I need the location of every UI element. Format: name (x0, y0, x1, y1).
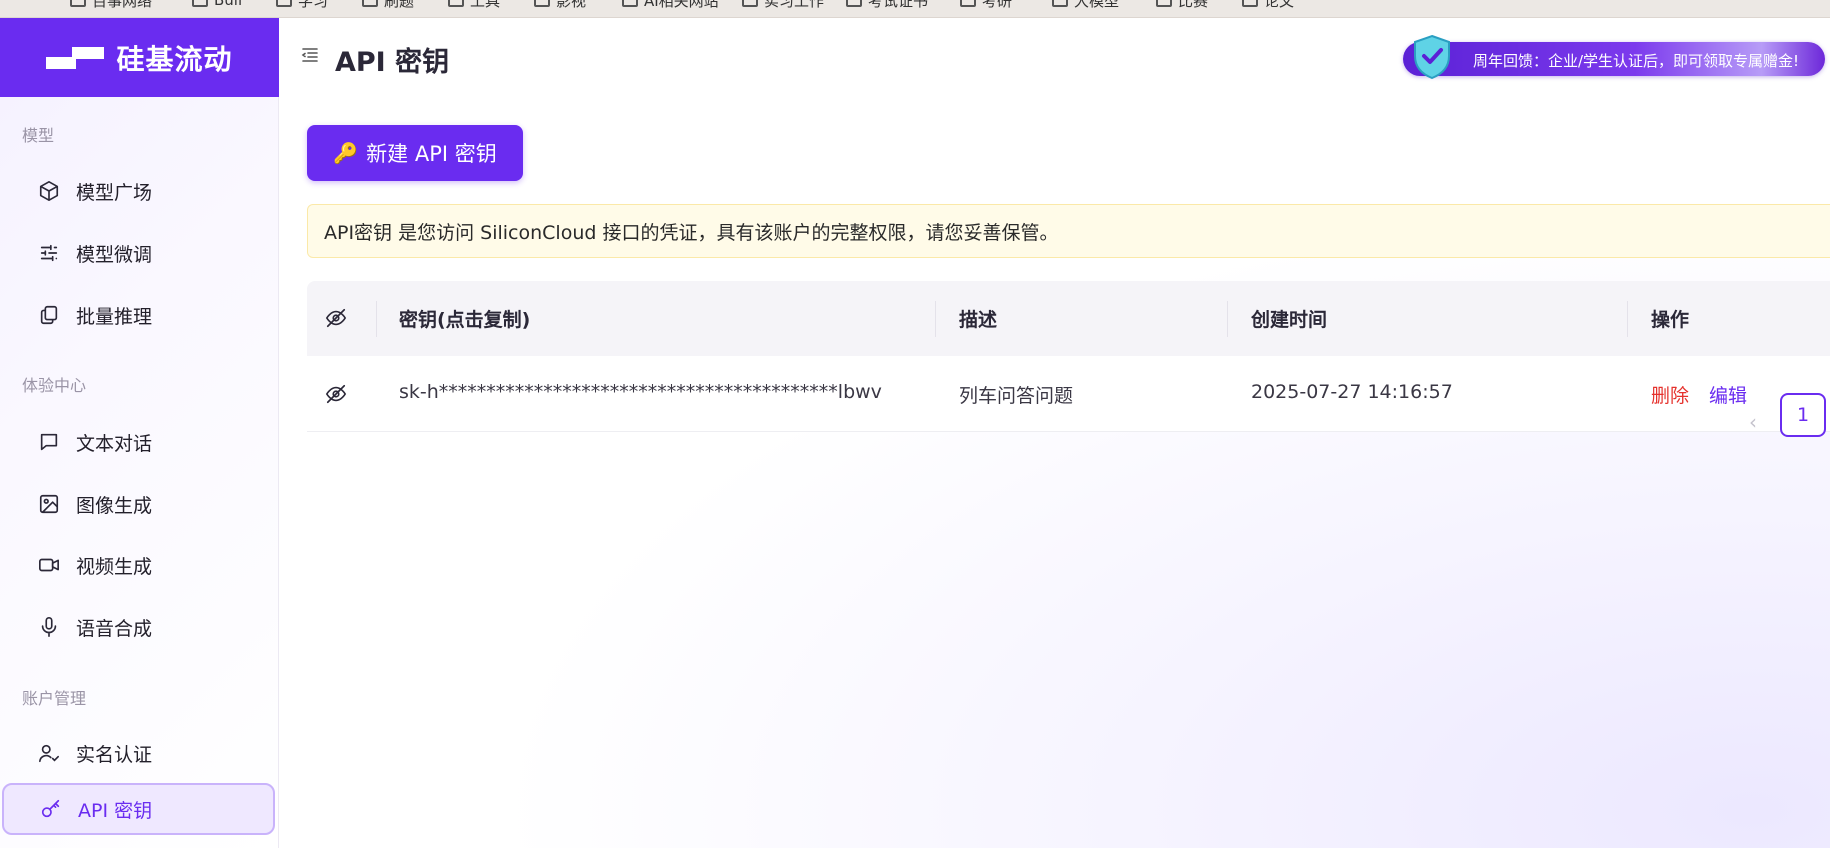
column-header-created-at: 创建时间 (1251, 309, 1328, 331)
sidebar-item-label: 模型微调 (76, 243, 153, 266)
main-content: 🔑 新建 API 密钥 API密钥 是您访问 SiliconCloud 接口的凭… (279, 98, 1830, 848)
pagination-prev-button[interactable]: ‹ (1739, 408, 1767, 436)
delete-key-link[interactable]: 删除 (1651, 381, 1689, 408)
bookmark-item[interactable]: 刷题 (362, 0, 414, 10)
folder-icon (276, 0, 292, 7)
key-icon: 🔑 (333, 141, 359, 165)
key-description: 列车问答问题 (959, 385, 1074, 407)
column-header-actions: 操作 (1651, 309, 1690, 331)
section-label-models: 模型 (22, 126, 55, 145)
key-icon (41, 799, 60, 818)
key-created-at: 2025-07-27 14:16:57 (1251, 381, 1453, 403)
security-notice: API密钥 是您访问 SiliconCloud 接口的凭证，具有该账户的完整权限… (307, 204, 1830, 258)
sidebar-item-label: API 密钥 (78, 799, 153, 822)
sidebar-item-model-square[interactable]: 模型广场 (18, 166, 272, 216)
section-label-account: 账户管理 (22, 689, 87, 708)
edit-key-link[interactable]: 编辑 (1709, 381, 1747, 408)
folder-icon (362, 0, 378, 7)
folder-icon (960, 0, 976, 7)
folder-icon (1242, 0, 1258, 7)
top-header: API 密钥 周年回馈：企业/学生认证后，即可领取专属赠金! (279, 18, 1830, 98)
folder-icon (70, 0, 86, 7)
sidebar-item-label: 批量推理 (76, 305, 153, 328)
sidebar-item-label: 模型广场 (76, 181, 153, 204)
video-icon (39, 558, 59, 572)
promo-text: 周年回馈：企业/学生认证后，即可领取专属赠金! (1473, 52, 1800, 70)
toggle-key-visibility[interactable] (325, 383, 347, 410)
cube-icon (39, 181, 59, 201)
bookmark-item[interactable]: 比赛 (1156, 0, 1208, 10)
user-check-icon (39, 744, 59, 763)
shield-check-icon (1414, 34, 1450, 80)
logo-icon (46, 45, 105, 71)
create-api-key-button[interactable]: 🔑 新建 API 密钥 (307, 125, 523, 181)
sidebar-item-real-name-verification[interactable]: 实名认证 (18, 728, 272, 778)
api-keys-table: 密钥(点击复制) 描述 创建时间 操作 sk-h****************… (307, 281, 1830, 432)
folder-icon (534, 0, 550, 7)
sidebar-item-video-generation[interactable]: 视频生成 (18, 540, 272, 590)
folder-icon (846, 0, 862, 7)
sidebar-item-label: 语音合成 (76, 617, 153, 640)
bookmark-item[interactable]: 论文 (1242, 0, 1294, 10)
folder-icon (1052, 0, 1068, 7)
eye-off-icon (325, 308, 347, 328)
collapse-sidebar-icon[interactable] (301, 46, 319, 64)
api-key-value[interactable]: sk-h************************************… (399, 381, 882, 403)
chat-icon (40, 433, 58, 451)
create-api-key-label: 新建 API 密钥 (366, 142, 497, 166)
brand-header[interactable]: 硅基流动 (0, 18, 279, 97)
chevron-left-icon: ‹ (1749, 410, 1757, 434)
table-header: 密钥(点击复制) 描述 创建时间 操作 (307, 281, 1830, 356)
bookmark-item[interactable]: 百事网络 (70, 0, 152, 10)
bookmark-item[interactable]: 考研 (960, 0, 1012, 10)
sidebar-item-api-keys[interactable]: API 密钥 (2, 783, 275, 835)
folder-icon (192, 0, 208, 7)
sidebar-item-image-generation[interactable]: 图像生成 (18, 479, 272, 529)
bookmark-item[interactable]: 考试证书 (846, 0, 928, 10)
image-icon (39, 494, 59, 514)
page-title: API 密钥 (335, 47, 450, 78)
bookmark-item[interactable]: 大模型 (1052, 0, 1119, 10)
bookmark-item[interactable]: 影视 (534, 0, 586, 10)
section-label-experience: 体验中心 (22, 376, 87, 395)
sidebar-item-batch-inference[interactable]: 批量推理 (18, 290, 272, 340)
sidebar-item-label: 视频生成 (76, 555, 153, 578)
bookmark-item[interactable]: AI相关网站 (622, 0, 719, 10)
copy-icon (40, 305, 58, 325)
sidebar: 硅基流动 模型 模型广场 模型微调 批量推理 体验中心 文本对话 图像生成 视频… (0, 18, 279, 848)
sidebar-item-fine-tuning[interactable]: 模型微调 (18, 228, 272, 278)
bookmark-item[interactable]: 实习工作 (742, 0, 824, 10)
sidebar-item-label: 图像生成 (76, 494, 153, 517)
eye-off-icon (325, 384, 347, 404)
sidebar-item-speech-synthesis[interactable]: 语音合成 (18, 602, 272, 652)
folder-icon (448, 0, 464, 7)
bookmark-item[interactable]: 工具 (448, 0, 500, 10)
toggle-visibility-all[interactable] (325, 307, 347, 334)
pagination-page-button[interactable]: 1 (1780, 393, 1826, 437)
folder-icon (1156, 0, 1172, 7)
brand-name: 硅基流动 (116, 42, 233, 76)
sidebar-item-label: 文本对话 (76, 432, 153, 455)
mic-icon (41, 617, 57, 637)
column-header-key: 密钥(点击复制) (399, 309, 531, 331)
promo-banner[interactable]: 周年回馈：企业/学生认证后，即可领取专属赠金! (1403, 34, 1825, 80)
folder-icon (742, 0, 758, 7)
table-row: sk-h************************************… (307, 356, 1830, 432)
bookmark-item[interactable]: 学习 (276, 0, 328, 10)
folder-icon (622, 0, 638, 7)
sliders-icon (40, 244, 58, 262)
sidebar-item-text-chat[interactable]: 文本对话 (18, 417, 272, 467)
sidebar-item-label: 实名认证 (76, 743, 153, 766)
column-header-description: 描述 (959, 309, 998, 331)
bookmarks-bar: 百事网络 Bull 学习 刷题 工具 影视 AI相关网站 实习工作 考试证书 考… (0, 0, 1830, 18)
bookmark-item[interactable]: Bull (192, 0, 242, 9)
